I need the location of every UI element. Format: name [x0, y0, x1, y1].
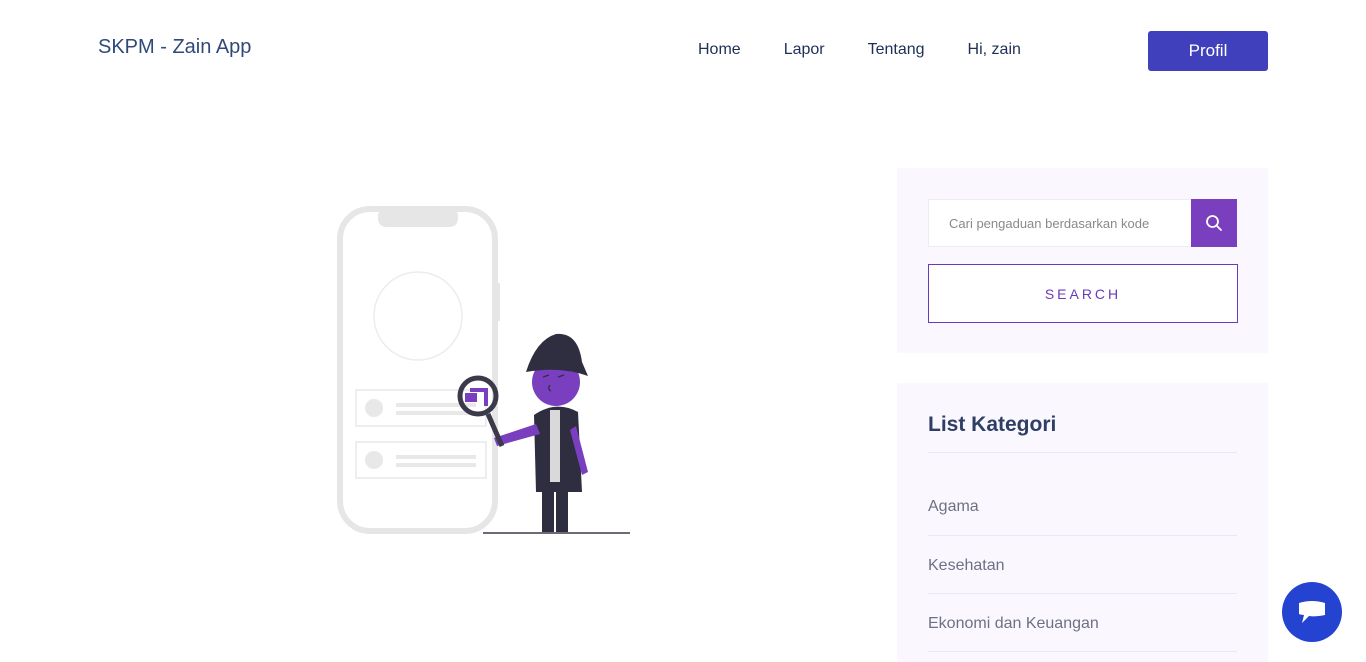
search-button[interactable]: SEARCH [928, 264, 1238, 323]
category-item-kesehatan[interactable]: Kesehatan [928, 536, 1237, 594]
nav-user-greeting[interactable]: Hi, zain [968, 41, 1021, 59]
search-icon [1206, 215, 1222, 231]
search-input[interactable] [929, 200, 1192, 246]
divider [928, 452, 1237, 453]
nav-home[interactable]: Home [698, 41, 741, 59]
category-list: Agama Kesehatan Ekonomi dan Keuangan [928, 478, 1237, 652]
chat-icon [1299, 601, 1325, 623]
search-illustration [330, 200, 640, 540]
navbar: SKPM - Zain App Home Lapor Tentang Hi, z… [0, 0, 1366, 100]
nav-tentang[interactable]: Tentang [868, 41, 925, 59]
search-widget: SEARCH [897, 168, 1268, 353]
category-item-agama[interactable]: Agama [928, 478, 1237, 536]
chat-button[interactable] [1282, 582, 1342, 642]
category-title: List Kategori [928, 413, 1057, 436]
phone-detective-illustration [337, 206, 630, 534]
search-box [928, 199, 1237, 247]
category-widget: List Kategori Agama Kesehatan Ekonomi da… [897, 383, 1268, 662]
search-icon-button[interactable] [1191, 199, 1237, 247]
nav-lapor[interactable]: Lapor [784, 41, 825, 59]
profile-button[interactable]: Profil [1148, 31, 1268, 71]
category-item-ekonomi[interactable]: Ekonomi dan Keuangan [928, 594, 1237, 652]
brand-logo[interactable]: SKPM - Zain App [98, 36, 251, 59]
nav-links: Home Lapor Tentang Hi, zain [698, 41, 1064, 59]
